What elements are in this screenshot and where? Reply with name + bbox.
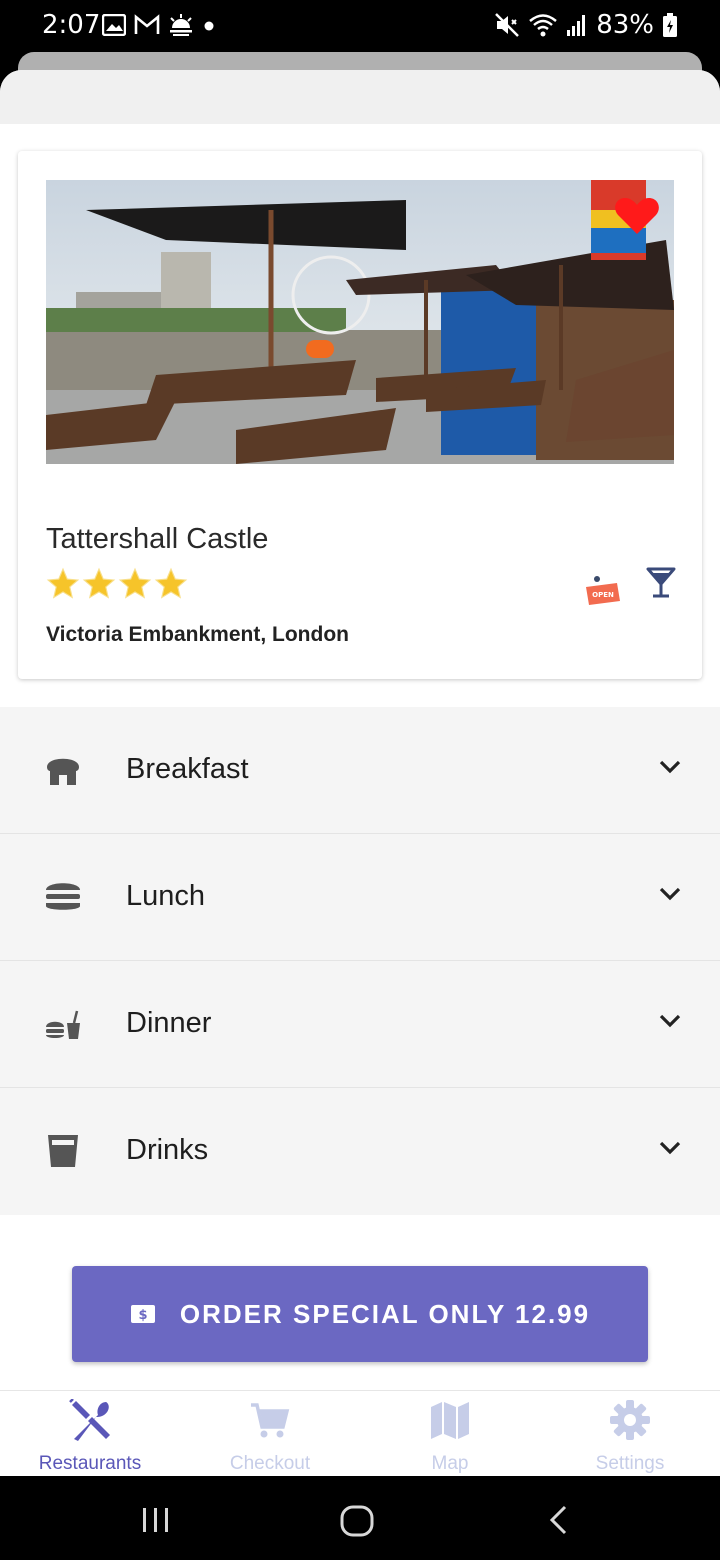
open-sign-icon: OPEN (586, 576, 620, 605)
gmail-icon (134, 14, 160, 34)
weather-icon (170, 14, 192, 36)
gallery-icon (102, 14, 126, 36)
tab-label: Checkout (229, 1453, 311, 1474)
notification-icons (102, 14, 216, 36)
mute-icon (495, 13, 520, 37)
star-icon (82, 567, 116, 599)
battery-icon (663, 13, 677, 37)
svg-text:$: $ (138, 1308, 147, 1323)
chevron-down-icon (659, 1014, 681, 1028)
tab-map[interactable]: Map (360, 1391, 540, 1476)
favorite-heart-icon[interactable] (614, 196, 660, 236)
restaurant-photo (46, 180, 674, 464)
tab-label: Settings (595, 1453, 665, 1474)
restaurant-sheet: Tattershall Castle Victoria Embankment, … (0, 70, 720, 1475)
menu-item-breakfast[interactable]: Breakfast (0, 707, 720, 834)
tab-label: Restaurants (38, 1453, 142, 1474)
chevron-down-icon (659, 1141, 681, 1155)
restaurant-name: Tattershall Castle (46, 523, 269, 555)
cart-icon (251, 1403, 290, 1438)
restaurant-card[interactable]: Tattershall Castle Victoria Embankment, … (18, 151, 702, 679)
menu-item-label: Breakfast (126, 753, 249, 785)
rating-stars (46, 567, 188, 601)
dot-icon (204, 21, 214, 31)
menu-item-dinner[interactable]: Dinner (0, 961, 720, 1088)
tab-checkout[interactable]: Checkout (180, 1391, 360, 1476)
back-icon[interactable] (546, 1504, 572, 1536)
tab-restaurants[interactable]: Restaurants (0, 1391, 180, 1476)
menu-item-label: Lunch (126, 880, 206, 912)
sheet-header[interactable] (0, 70, 720, 124)
menu-item-label: Dinner (126, 1007, 212, 1039)
menu-item-label: Drinks (126, 1134, 209, 1166)
menu-list: Breakfast Lunch Dinner Drinks (0, 707, 720, 1215)
order-special-button[interactable]: $ ORDER SPECIAL ONLY 12.99 (72, 1266, 648, 1362)
order-special-label: ORDER SPECIAL ONLY 12.99 (179, 1298, 591, 1329)
tab-label: Map (431, 1453, 469, 1474)
star-icon (154, 567, 188, 599)
menu-item-lunch[interactable]: Lunch (0, 834, 720, 961)
signal-icon (567, 15, 586, 36)
star-icon (46, 567, 80, 599)
wifi-icon (529, 14, 558, 37)
utensils-icon (69, 1399, 110, 1441)
home-icon[interactable] (339, 1504, 375, 1538)
chevron-down-icon (659, 760, 681, 774)
map-icon (431, 1402, 469, 1439)
recent-apps-icon[interactable] (140, 1506, 172, 1534)
tab-settings[interactable]: Settings (540, 1391, 720, 1476)
glass-icon (48, 1135, 78, 1167)
bread-icon (47, 758, 79, 785)
gear-icon (610, 1400, 650, 1440)
meal-icon (46, 1010, 80, 1039)
cocktail-icon (646, 567, 676, 598)
bottom-navigation: Restaurants Checkout Map Settings (0, 1390, 720, 1476)
status-time: 2:07 (42, 10, 101, 40)
menu-item-drinks[interactable]: Drinks (0, 1088, 720, 1215)
open-badge-text: OPEN (592, 591, 614, 599)
star-icon (118, 567, 152, 599)
restaurant-address: Victoria Embankment, London (46, 623, 349, 646)
system-navigation-bar (0, 1476, 720, 1560)
money-icon: $ (130, 1305, 155, 1323)
status-bar: 2:07 83% (0, 0, 720, 52)
burger-icon (46, 883, 80, 910)
chevron-down-icon (659, 887, 681, 901)
battery-percent: 83% (596, 10, 654, 40)
